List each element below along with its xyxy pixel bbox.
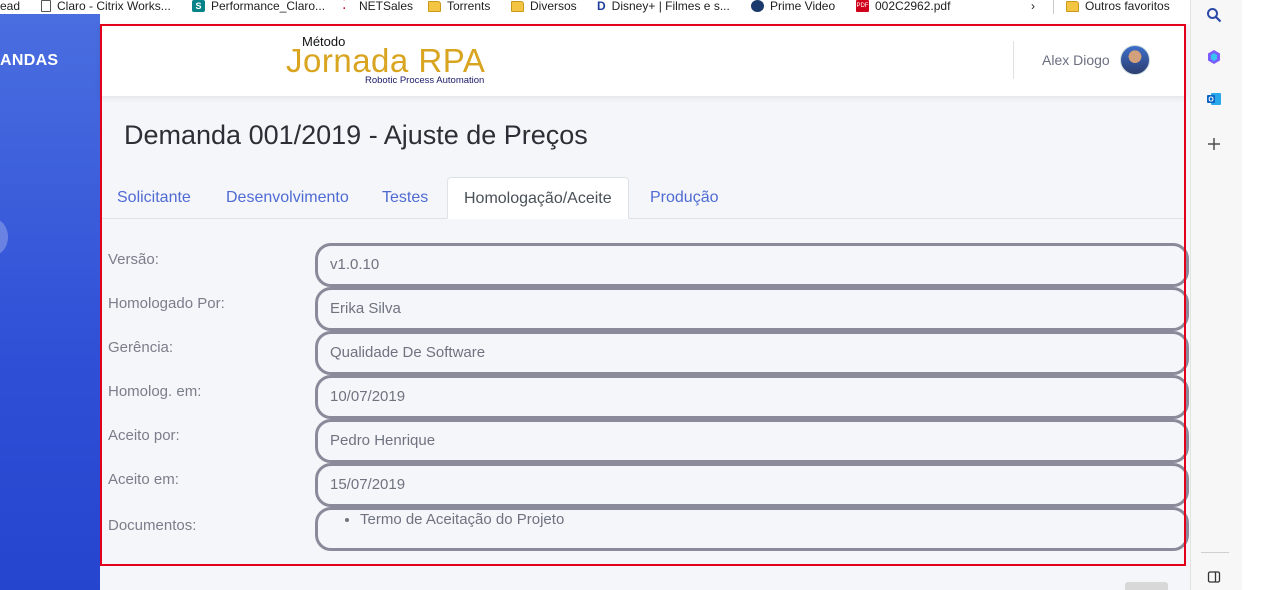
side-panel-divider xyxy=(1201,552,1229,553)
field-label: Aceito em: xyxy=(108,471,179,488)
versao-field[interactable]: v1.0.10 xyxy=(315,243,1189,287)
sidebar-toggle-button[interactable] xyxy=(0,219,8,255)
tab-solicitante[interactable]: Solicitante xyxy=(101,177,207,219)
aceito-por-field[interactable]: Pedro Henrique xyxy=(315,419,1189,463)
folder-icon xyxy=(511,0,524,12)
field-label: Aceito por: xyxy=(108,427,180,444)
field-label: Versão: xyxy=(108,251,159,268)
bookmark-netsales[interactable]: NETSales xyxy=(340,0,413,13)
search-icon[interactable] xyxy=(1205,6,1223,24)
aceito-em-field[interactable]: 15/07/2019 xyxy=(315,463,1189,507)
user-name: Alex Diogo xyxy=(1042,52,1110,68)
page-title: Demanda 001/2019 - Ajuste de Preços xyxy=(124,120,588,150)
bookmark-disney[interactable]: D Disney+ | Filmes e s... xyxy=(597,0,730,13)
window-background xyxy=(1242,0,1285,590)
bookmark-diversos[interactable]: Diversos xyxy=(511,0,577,13)
bookmark-read[interactable]: read xyxy=(0,0,20,13)
more-bookmarks-button[interactable]: › xyxy=(1031,0,1035,13)
tab-bar: Solicitante Desenvolvimento Testes Homol… xyxy=(100,177,1186,219)
documents-list: Termo de Aceitação do Projeto xyxy=(360,511,1174,528)
document-link[interactable]: Termo de Aceitação do Projeto xyxy=(360,511,1174,528)
bookmark-claro-citrix[interactable]: Claro - Citrix Works... xyxy=(41,0,171,13)
bookmark-outros-favoritos[interactable]: Outros favoritos xyxy=(1066,0,1170,13)
folder-icon xyxy=(1066,0,1079,12)
navbar-divider xyxy=(1013,41,1014,79)
folder-icon xyxy=(428,0,441,12)
chevron-right-icon: › xyxy=(1031,0,1035,13)
bookmark-prime-video[interactable]: Prime Video xyxy=(751,0,835,13)
copilot-icon[interactable] xyxy=(1205,48,1223,66)
browser-side-panel: O xyxy=(1190,0,1242,590)
svg-text:O: O xyxy=(1208,97,1214,104)
tab-producao[interactable]: Produção xyxy=(634,177,735,219)
tab-desenvolvimento[interactable]: Desenvolvimento xyxy=(210,177,365,219)
gerencia-field[interactable]: Qualidade De Software xyxy=(315,331,1189,375)
homolog-em-field[interactable]: 10/07/2019 xyxy=(315,375,1189,419)
outlook-icon[interactable]: O xyxy=(1205,90,1223,108)
sharepoint-icon: S xyxy=(192,0,205,12)
form-row-gerencia: Gerência: Qualidade De Software xyxy=(100,331,1190,375)
logo[interactable]: Método Jornada RPA Robotic Process Autom… xyxy=(286,32,496,88)
bookmark-torrents[interactable]: Torrents xyxy=(428,0,490,13)
form-row-documentos: Documentos: Termo de Aceitação do Projet… xyxy=(100,507,1190,551)
form-row-versao: Versão: v1.0.10 xyxy=(100,243,1190,287)
form-row-homolog-em: Homolog. em: 10/07/2019 xyxy=(100,375,1190,419)
user-menu[interactable]: Alex Diogo xyxy=(1042,45,1150,75)
field-label: Gerência: xyxy=(108,339,174,356)
bookmark-divider xyxy=(1053,0,1054,14)
disney-icon: D xyxy=(597,0,606,13)
bookmarks-bar: read Claro - Citrix Works... SPerformanc… xyxy=(0,0,1190,14)
tab-testes[interactable]: Testes xyxy=(366,177,444,219)
avatar[interactable] xyxy=(1119,45,1150,75)
prime-icon xyxy=(751,0,764,12)
sidebar-brand: ANDAS xyxy=(0,52,59,69)
bookmark-performance-claro[interactable]: S Performance_Claro... xyxy=(192,0,325,13)
documentos-field: Termo de Aceitação do Projeto xyxy=(315,507,1189,551)
dots-icon xyxy=(340,0,353,12)
app-sidebar: ANDAS xyxy=(0,14,100,590)
add-icon[interactable] xyxy=(1205,135,1223,153)
homologado-por-field[interactable]: Erika Silva xyxy=(315,287,1189,331)
field-label: Documentos: xyxy=(108,517,197,534)
tab-homologacao-aceite[interactable]: Homologação/Aceite xyxy=(447,177,629,219)
main-panel: Método Jornada RPA Robotic Process Autom… xyxy=(100,24,1190,590)
document-icon xyxy=(41,0,51,12)
panel-toggle-icon[interactable] xyxy=(1205,568,1223,586)
scroll-top-button[interactable] xyxy=(1125,582,1168,590)
pdf-icon: PDF xyxy=(856,0,869,12)
logo-tagline: Robotic Process Automation xyxy=(365,75,485,86)
form-row-aceito-por: Aceito por: Pedro Henrique xyxy=(100,419,1190,463)
form-row-homologado-por: Homologado Por: Erika Silva xyxy=(100,287,1190,331)
form-row-aceito-em: Aceito em: 15/07/2019 xyxy=(100,463,1190,507)
top-navbar: Método Jornada RPA Robotic Process Autom… xyxy=(100,24,1186,96)
field-label: Homologado Por: xyxy=(108,295,225,312)
field-label: Homolog. em: xyxy=(108,383,202,400)
bookmark-pdf[interactable]: PDF 002C2962.pdf xyxy=(856,0,950,13)
